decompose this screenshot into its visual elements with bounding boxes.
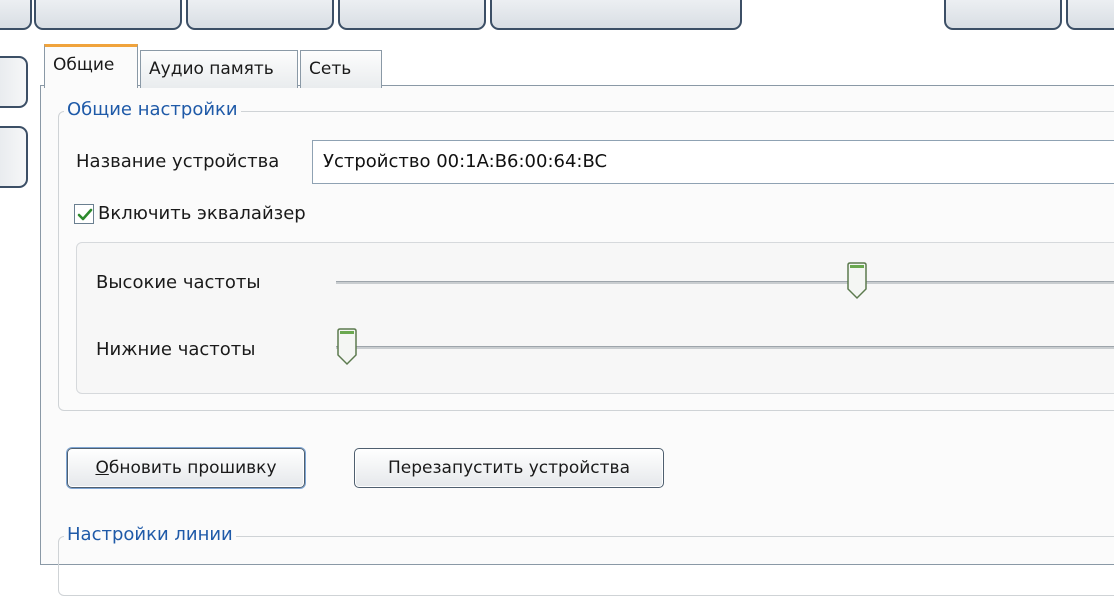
general-settings-legend: Общие настройки [64,99,241,120]
line-settings-legend: Настройки линии [64,524,236,545]
bass-slider-thumb[interactable] [336,328,358,366]
tab-audio-memory-label: Аудио память [149,59,274,79]
toolbar-button-4[interactable] [338,0,486,30]
toolbar-button-7[interactable] [1066,0,1114,30]
bass-label: Нижние частоты [96,339,256,360]
tab-general[interactable]: Общие [44,44,138,88]
equalizer-checkbox[interactable] [74,204,94,224]
treble-slider-thumb[interactable] [846,262,868,300]
checkmark-icon [77,208,93,221]
device-name-input[interactable]: Устройство 00:1A:B6:00:64:BC [312,140,1114,184]
update-firmware-label: бновить прошивку [108,458,277,478]
bass-slider-track[interactable] [336,346,1114,349]
toolbar-button-3[interactable] [186,0,334,30]
line-settings-group [58,536,1114,596]
update-firmware-button[interactable]: Обновить прошивку [67,448,305,488]
toolbar-button-5[interactable] [490,0,742,30]
equalizer-checkbox-label: Включить эквалайзер [98,203,306,224]
treble-label: Высокие частоты [96,272,261,293]
tab-audio-memory[interactable]: Аудио память [140,50,298,88]
tab-network[interactable]: Сеть [300,50,382,88]
toolbar-button-1[interactable] [0,0,32,30]
equalizer-panel [76,242,1114,394]
toolbar-button-2[interactable] [34,0,182,30]
restart-devices-button[interactable]: Перезапустить устройства [354,448,664,488]
restart-devices-label: Перезапустить устройства [388,458,630,478]
device-name-label: Название устройства [76,151,280,172]
side-button-1[interactable] [0,56,28,108]
tab-general-label: Общие [53,55,115,75]
toolbar-button-6[interactable] [944,0,1062,30]
treble-slider-track[interactable] [336,281,1114,284]
side-button-2[interactable] [0,126,28,188]
update-firmware-mnemonic: О [95,458,109,478]
tab-network-label: Сеть [309,59,352,79]
